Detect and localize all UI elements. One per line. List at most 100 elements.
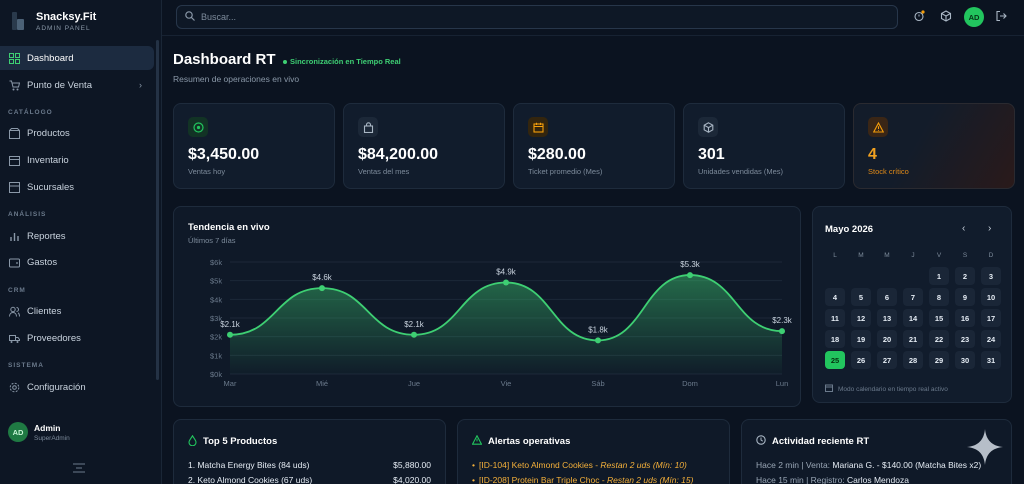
collapse-sidebar-icon[interactable] [73,463,85,475]
kpi-card-unidades-vendidas[interactable]: 301 Unidades vendidas (Mes) [683,103,845,189]
avatar[interactable]: AD [964,7,984,27]
calendar-day[interactable]: 10 [981,288,1001,306]
section-label-analisis: ANÁLISIS [8,211,47,218]
calendar-day[interactable]: 17 [981,309,1001,327]
trend-chart[interactable]: $0k$1k$2k$3k$4k$5k$6k$2.1kMar$4.6kMié$2.… [174,207,802,408]
sidebar-item-reportes[interactable]: Reportes [0,224,154,248]
sidebar-item-inventario[interactable]: Inventario [0,148,154,172]
sidebar-item-dashboard[interactable]: Dashboard [0,46,154,70]
sync-status: Sincronización en Tiempo Real [283,57,401,66]
sidebar-item-clientes[interactable]: Clientes [0,299,154,323]
calendar-day[interactable]: 28 [903,351,923,369]
sidebar-item-gastos[interactable]: Gastos [0,250,154,274]
data-point [595,337,601,344]
y-tick-label: $0k [210,370,222,379]
calendar-day[interactable]: 29 [929,351,949,369]
calendar-day[interactable]: 27 [877,351,897,369]
sidebar-item-proveedores[interactable]: Proveedores [0,326,154,350]
sidebar-item-productos[interactable]: Productos [0,121,154,145]
data-label: $4.9k [496,268,517,277]
calendar-day[interactable]: 16 [955,309,975,327]
bar-chart-icon [8,230,20,242]
calendar-day[interactable]: 2 [955,267,975,285]
list-item-amount: $5,880.00 [393,460,431,470]
users-icon [8,305,20,317]
sidebar-scrollbar[interactable] [156,40,159,380]
chevron-left-icon[interactable]: ‹ [962,223,965,234]
logout-icon[interactable] [994,10,1008,24]
kpi-card-stock-critico[interactable]: 4 Stock crítico [853,103,1015,189]
calendar-day[interactable]: 8 [929,288,949,306]
calendar-icon [825,384,833,394]
alert-detail: Restan 2 uds (Mín: 15) [607,475,694,484]
alert-text: [ID-104] Keto Almond Cookies - [478,460,601,470]
calendar-day[interactable]: 3 [981,267,1001,285]
calendar-day[interactable]: 9 [955,288,975,306]
alert-item[interactable]: • [ID-208] Protein Bar Triple Choc - Rest… [472,475,693,484]
kpi-value: $3,450.00 [188,146,260,163]
calendar-day[interactable]: 15 [929,309,949,327]
calendar-day[interactable]: 20 [877,330,897,348]
activity-item: Hace 15 min | Registro: Carlos Mendoza [756,475,909,484]
calendar-day[interactable]: 1 [929,267,949,285]
kpi-label: Ventas hoy [188,167,226,176]
logo-icon [10,10,26,32]
calendar-day[interactable]: 24 [981,330,1001,348]
kpi-card-ticket-promedio[interactable]: $280.00 Ticket promedio (Mes) [513,103,675,189]
calendar-day[interactable]: 11 [825,309,845,327]
alerts-panel: Alertas operativas • [ID-104] Keto Almond… [457,419,730,484]
box-icon [8,127,20,139]
kpi-card-ventas-mes[interactable]: $84,200.00 Ventas del mes [343,103,505,189]
calendar-day[interactable]: 7 [903,288,923,306]
data-point [779,328,785,335]
search-icon [185,10,195,24]
sidebar-item-label: Reportes [27,230,66,242]
search-box[interactable] [176,5,898,29]
calendar-day[interactable]: 14 [903,309,923,327]
calendar-day[interactable]: 18 [825,330,845,348]
section-label-crm: CRM [8,287,26,294]
chevron-right-icon: › [139,80,142,90]
brand[interactable]: Snacksy.Fit ADMIN PANEL [10,6,96,36]
sidebar-item-label: Dashboard [27,52,74,64]
calendar-day[interactable]: 13 [877,309,897,327]
user-profile[interactable]: AD Admin SuperAdmin [8,422,70,442]
kpi-card-ventas-hoy[interactable]: $3,450.00 Ventas hoy [173,103,335,189]
brand-subtitle: ADMIN PANEL [36,24,91,32]
panel-title: Actividad reciente RT [756,435,869,447]
calendar-day-today[interactable]: 25 [825,351,845,369]
alert-item[interactable]: • [ID-104] Keto Almond Cookies - Restan 2… [472,460,687,470]
sidebar-item-configuracion[interactable]: Configuración [0,375,154,399]
sidebar-item-sucursales[interactable]: Sucursales [0,175,154,199]
x-tick-label: Mié [316,379,328,388]
cube-icon [698,117,718,137]
weekday-label: J [911,252,915,259]
search-input[interactable] [201,12,801,22]
calendar-day[interactable]: 12 [851,309,871,327]
live-dot-icon [283,59,287,64]
data-label: $2.1k [220,320,241,329]
calendar-day[interactable]: 4 [825,288,845,306]
calendar-day[interactable]: 19 [851,330,871,348]
cube-icon[interactable] [939,10,953,24]
calendar-day[interactable]: 26 [851,351,871,369]
calendar-day[interactable]: 5 [851,288,871,306]
sidebar-item-punto-de-venta[interactable]: Punto de Venta › [0,73,154,97]
sparkle-icon[interactable] [966,428,1004,471]
calendar-day[interactable]: 22 [929,330,949,348]
weekday-label: L [833,252,837,259]
data-label: $1.8k [588,325,609,334]
data-point [687,272,693,279]
activity-item: Hace 2 min | Venta: Mariana G. - $140.00… [756,460,981,470]
calendar-day[interactable]: 31 [981,351,1001,369]
calendar-day[interactable]: 6 [877,288,897,306]
calendar-day[interactable]: 21 [903,330,923,348]
notifications-icon[interactable] [912,10,926,24]
calendar-day[interactable]: 30 [955,351,975,369]
dollar-icon [188,117,208,137]
chevron-right-icon[interactable]: › [988,223,991,234]
calendar-day[interactable]: 23 [955,330,975,348]
y-tick-label: $6k [210,258,222,267]
x-tick-label: Sáb [591,379,604,388]
kpi-label: Ventas del mes [358,167,410,176]
